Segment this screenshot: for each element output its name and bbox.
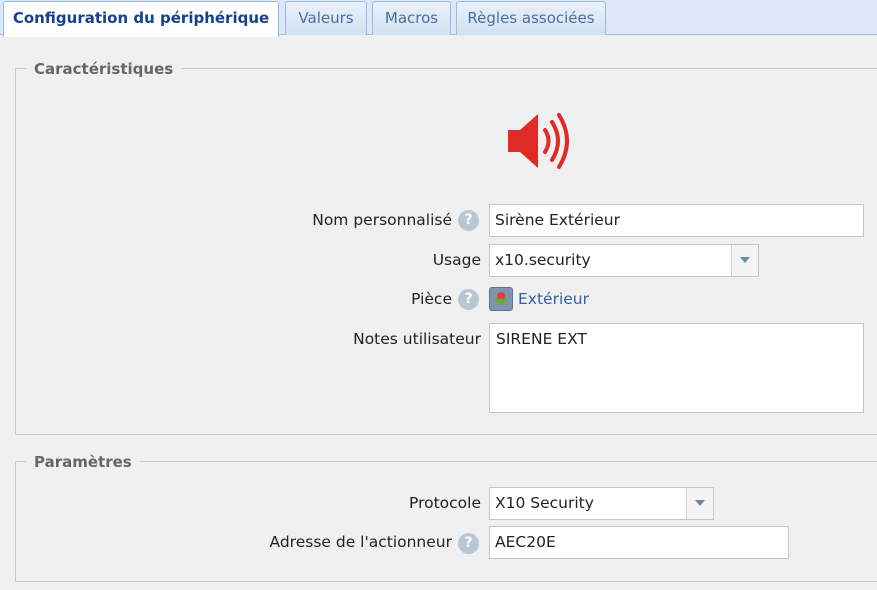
room-link[interactable]: Extérieur — [518, 289, 589, 309]
name-help-icon[interactable]: ? — [458, 210, 479, 231]
name-input[interactable]: Sirène Extérieur — [489, 204, 864, 237]
parameters-fieldset: Paramètres — [15, 452, 877, 582]
usage-value: x10.security — [495, 251, 591, 269]
usage-select[interactable]: x10.security — [489, 244, 759, 277]
room-help-icon[interactable]: ? — [458, 289, 479, 310]
tab-device-configuration[interactable]: Configuration du périphérique — [3, 1, 279, 37]
address-input[interactable]: AEC20E — [489, 526, 789, 559]
notes-label: Notes utilisateur — [353, 330, 481, 348]
protocol-label: Protocole — [409, 494, 481, 512]
protocol-value: X10 Security — [495, 494, 594, 512]
name-label: Nom personnalisé — [312, 211, 452, 229]
tab-associated-rules[interactable]: Règles associées — [456, 1, 606, 35]
parameters-legend: Paramètres — [26, 452, 140, 472]
protocol-select[interactable]: X10 Security — [489, 487, 714, 520]
characteristics-legend: Caractéristiques — [26, 59, 182, 79]
room-icon — [489, 287, 513, 311]
tab-values[interactable]: Valeurs — [285, 1, 367, 35]
address-label: Adresse de l'actionneur — [269, 533, 453, 551]
notes-textarea[interactable]: SIRENE EXT — [489, 323, 864, 413]
address-help-icon[interactable]: ? — [458, 533, 479, 554]
tab-bar: Configuration du périphérique Valeurs Ma… — [0, 0, 877, 37]
chevron-down-icon[interactable] — [731, 245, 758, 276]
usage-label: Usage — [432, 251, 481, 269]
room-label: Pièce — [411, 290, 452, 308]
tab-macros[interactable]: Macros — [372, 1, 451, 35]
chevron-down-icon[interactable] — [686, 488, 713, 519]
speaker-icon — [508, 113, 569, 169]
